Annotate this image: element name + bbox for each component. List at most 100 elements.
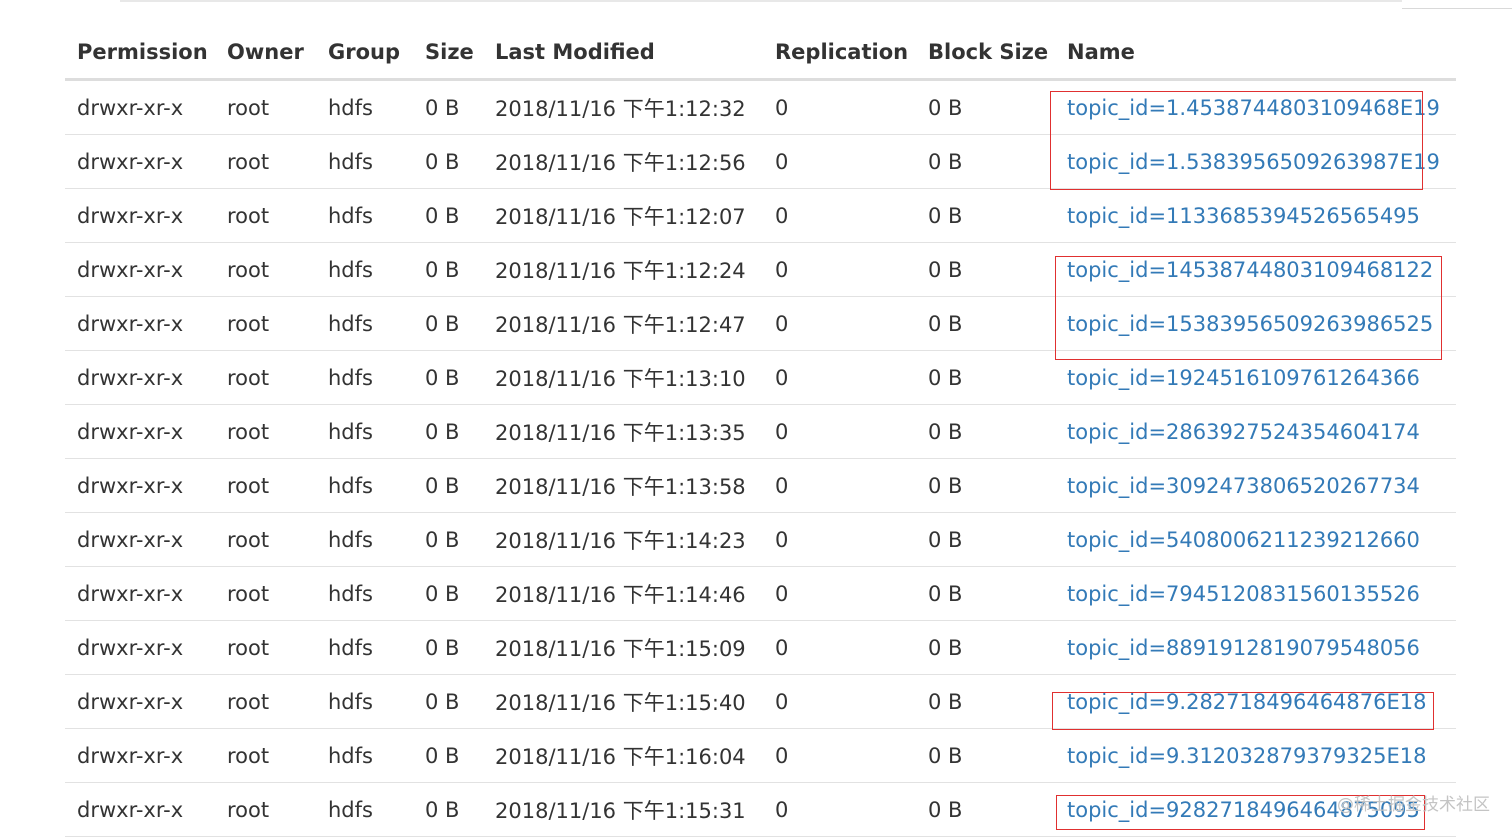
cell-size: 0 B <box>413 134 483 189</box>
column-header-name[interactable]: Name <box>1055 26 1456 81</box>
cell-size: 0 B <box>413 404 483 459</box>
cell-group: hdfs <box>316 458 413 513</box>
directory-link[interactable]: topic_id=3092473806520267734 <box>1067 474 1420 498</box>
cell-group: hdfs <box>316 79 413 135</box>
cell-group: hdfs <box>316 350 413 405</box>
cell-replication: 0 <box>763 458 916 513</box>
table-row: drwxr-xr-x root hdfs 0 B 2018/11/16 下午1:13:3… <box>65 404 1456 459</box>
cell-permission: drwxr-xr-x <box>65 512 215 567</box>
table-body: drwxr-xr-x root hdfs 0 B 2018/11/16 下午1:12:3… <box>65 79 1456 837</box>
directory-link[interactable]: topic_id=8891912819079548056 <box>1067 636 1420 660</box>
cell-permission: drwxr-xr-x <box>65 242 215 297</box>
cell-permission: drwxr-xr-x <box>65 728 215 783</box>
cell-group: hdfs <box>316 620 413 675</box>
table-row: drwxr-xr-x root hdfs 0 B 2018/11/16 下午1:14:2… <box>65 512 1456 567</box>
table-row: drwxr-xr-x root hdfs 0 B 2018/11/16 下午1:15:3… <box>65 782 1456 837</box>
cell-group: hdfs <box>316 134 413 189</box>
cell-last-modified: 2018/11/16 下午1:13:58 <box>483 458 763 513</box>
cell-size: 0 B <box>413 188 483 243</box>
cell-group: hdfs <box>316 728 413 783</box>
cell-size: 0 B <box>413 512 483 567</box>
table-row: drwxr-xr-x root hdfs 0 B 2018/11/16 下午1:12:2… <box>65 242 1456 297</box>
directory-link[interactable]: topic_id=2863927524354604174 <box>1067 420 1420 444</box>
cell-owner: root <box>215 188 316 243</box>
top-divider-right <box>1402 8 1512 9</box>
cell-name: topic_id=1.5383956509263987E19 <box>1055 134 1456 189</box>
directory-link[interactable]: topic_id=1.4538744803109468E19 <box>1067 96 1440 120</box>
cell-replication: 0 <box>763 296 916 351</box>
cell-block-size: 0 B <box>916 296 1055 351</box>
cell-block-size: 0 B <box>916 79 1055 135</box>
cell-group: hdfs <box>316 242 413 297</box>
cell-group: hdfs <box>316 566 413 621</box>
cell-last-modified: 2018/11/16 下午1:16:04 <box>483 728 763 783</box>
column-header-replication[interactable]: Replication <box>763 26 916 81</box>
cell-last-modified: 2018/11/16 下午1:13:35 <box>483 404 763 459</box>
cell-block-size: 0 B <box>916 404 1055 459</box>
cell-owner: root <box>215 242 316 297</box>
cell-replication: 0 <box>763 782 916 837</box>
column-header-owner[interactable]: Owner <box>215 26 316 81</box>
cell-owner: root <box>215 79 316 135</box>
table-row: drwxr-xr-x root hdfs 0 B 2018/11/16 下午1:12:4… <box>65 296 1456 351</box>
directory-link[interactable]: topic_id=7945120831560135526 <box>1067 582 1420 606</box>
cell-block-size: 0 B <box>916 728 1055 783</box>
cell-last-modified: 2018/11/16 下午1:15:09 <box>483 620 763 675</box>
cell-group: hdfs <box>316 296 413 351</box>
column-header-group[interactable]: Group <box>316 26 413 81</box>
cell-permission: drwxr-xr-x <box>65 566 215 621</box>
table-header-row: Permission Owner Group Size Last Modifie… <box>65 26 1456 81</box>
cell-name: topic_id=15383956509263986525 <box>1055 296 1456 351</box>
cell-owner: root <box>215 512 316 567</box>
column-header-last-modified[interactable]: Last Modified <box>483 26 763 81</box>
cell-group: hdfs <box>316 188 413 243</box>
directory-link[interactable]: topic_id=1924516109761264366 <box>1067 366 1420 390</box>
directory-link[interactable]: topic_id=15383956509263986525 <box>1067 312 1433 336</box>
directory-link[interactable]: topic_id=9.312032879379325E18 <box>1067 744 1427 768</box>
directory-link[interactable]: topic_id=1133685394526565495 <box>1067 204 1420 228</box>
cell-replication: 0 <box>763 242 916 297</box>
column-header-size[interactable]: Size <box>413 26 483 81</box>
column-header-permission[interactable]: Permission <box>65 26 215 81</box>
table-row: drwxr-xr-x root hdfs 0 B 2018/11/16 下午1:14:4… <box>65 566 1456 621</box>
cell-permission: drwxr-xr-x <box>65 458 215 513</box>
cell-last-modified: 2018/11/16 下午1:13:10 <box>483 350 763 405</box>
cell-name: topic_id=1133685394526565495 <box>1055 188 1456 243</box>
cell-name: topic_id=5408006211239212660 <box>1055 512 1456 567</box>
cell-group: hdfs <box>316 404 413 459</box>
cell-size: 0 B <box>413 79 483 135</box>
cell-last-modified: 2018/11/16 下午1:12:24 <box>483 242 763 297</box>
cell-name: topic_id=2863927524354604174 <box>1055 404 1456 459</box>
directory-link[interactable]: topic_id=5408006211239212660 <box>1067 528 1420 552</box>
cell-last-modified: 2018/11/16 下午1:15:31 <box>483 782 763 837</box>
cell-size: 0 B <box>413 458 483 513</box>
cell-owner: root <box>215 674 316 729</box>
directory-link[interactable]: topic_id=9.282718496464876E18 <box>1067 690 1427 714</box>
cell-group: hdfs <box>316 782 413 837</box>
cell-last-modified: 2018/11/16 下午1:12:56 <box>483 134 763 189</box>
cell-block-size: 0 B <box>916 512 1055 567</box>
table-row: drwxr-xr-x root hdfs 0 B 2018/11/16 下午1:12:0… <box>65 188 1456 243</box>
cell-replication: 0 <box>763 404 916 459</box>
directory-link[interactable]: topic_id=1.5383956509263987E19 <box>1067 150 1440 174</box>
cell-owner: root <box>215 458 316 513</box>
cell-last-modified: 2018/11/16 下午1:15:40 <box>483 674 763 729</box>
directory-link[interactable]: topic_id=14538744803109468122 <box>1067 258 1433 282</box>
cell-owner: root <box>215 134 316 189</box>
cell-name: topic_id=7945120831560135526 <box>1055 566 1456 621</box>
table-row: drwxr-xr-x root hdfs 0 B 2018/11/16 下午1:13:1… <box>65 350 1456 405</box>
cell-permission: drwxr-xr-x <box>65 350 215 405</box>
table-row: drwxr-xr-x root hdfs 0 B 2018/11/16 下午1:16:0… <box>65 728 1456 783</box>
table-row: drwxr-xr-x root hdfs 0 B 2018/11/16 下午1:12:5… <box>65 134 1456 189</box>
cell-replication: 0 <box>763 188 916 243</box>
column-header-block-size[interactable]: Block Size <box>916 26 1055 81</box>
cell-name: topic_id=8891912819079548056 <box>1055 620 1456 675</box>
cell-owner: root <box>215 566 316 621</box>
cell-replication: 0 <box>763 620 916 675</box>
cell-permission: drwxr-xr-x <box>65 134 215 189</box>
cell-owner: root <box>215 404 316 459</box>
cell-last-modified: 2018/11/16 下午1:12:07 <box>483 188 763 243</box>
table-row: drwxr-xr-x root hdfs 0 B 2018/11/16 下午1:15:0… <box>65 620 1456 675</box>
cell-replication: 0 <box>763 728 916 783</box>
directory-link[interactable]: topic_id=9282718496464875095 <box>1067 798 1420 822</box>
